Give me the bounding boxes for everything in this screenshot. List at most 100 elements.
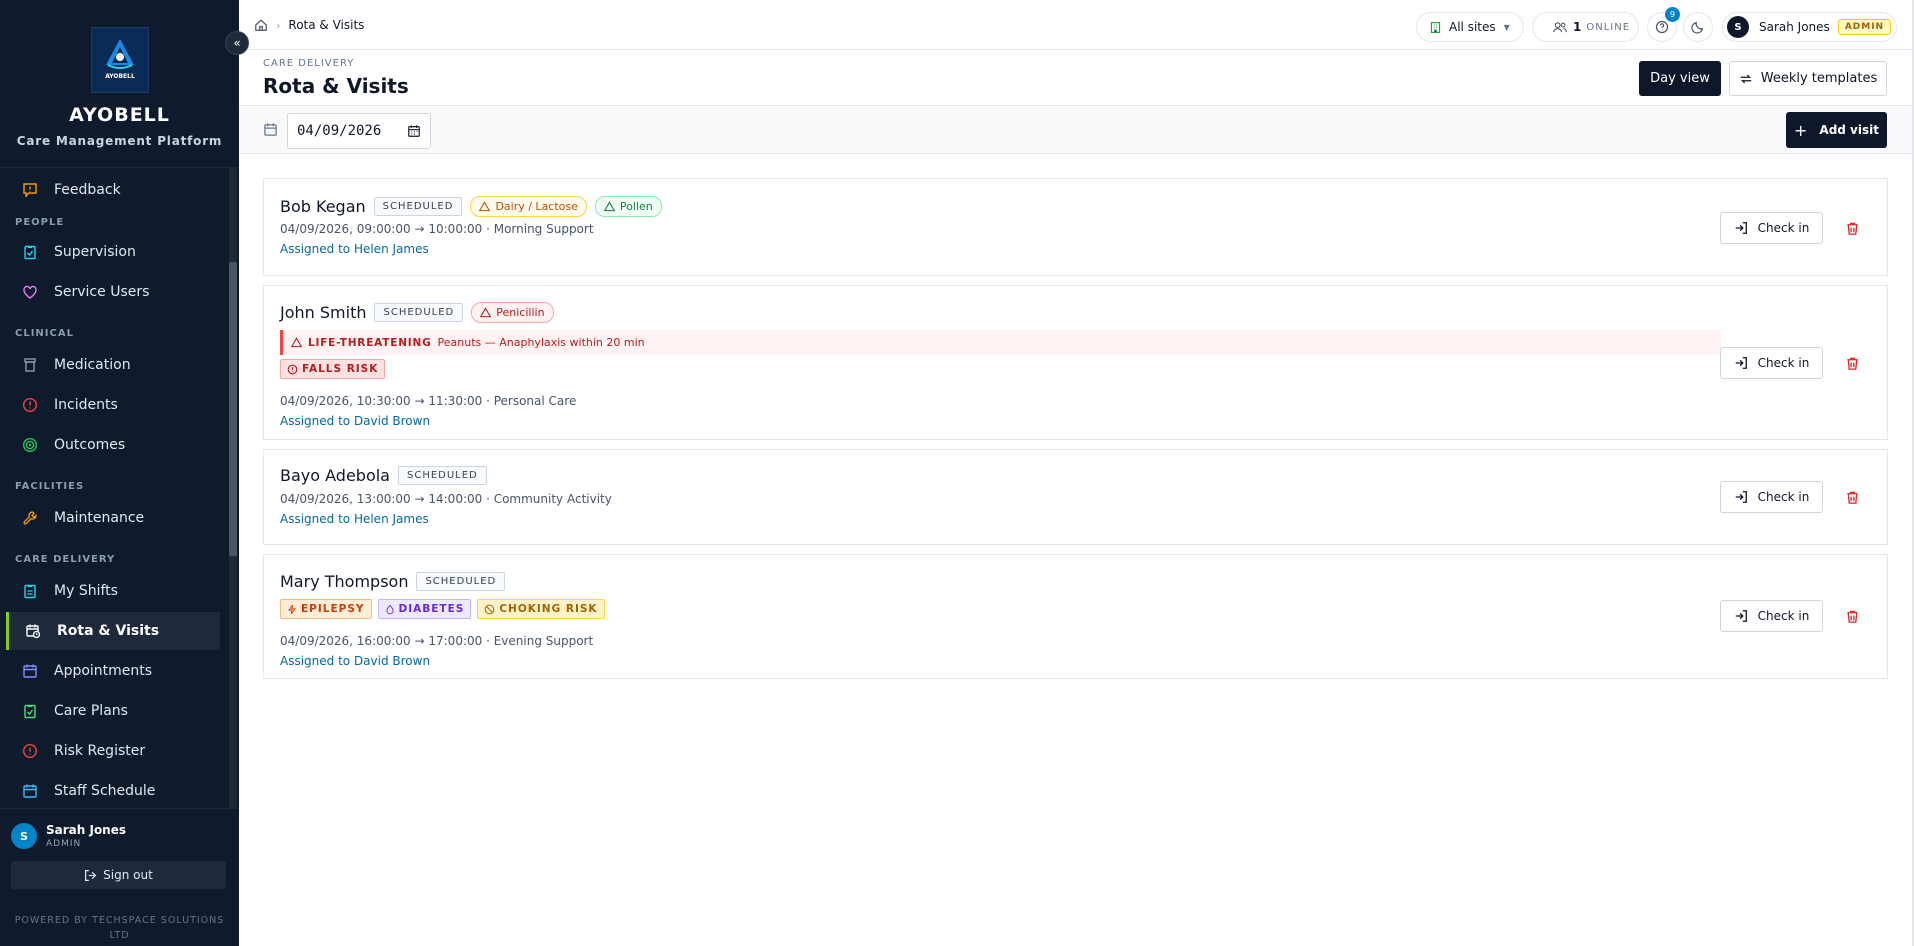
sidebar-item-feedback[interactable]: Feedback — [6, 171, 220, 209]
alert-circle-icon — [20, 395, 40, 415]
sidebar-item-staff-schedule[interactable]: Staff Schedule — [6, 772, 220, 808]
sidebar-item-maintenance[interactable]: Maintenance — [6, 499, 220, 537]
check-in-button[interactable]: Check in — [1720, 347, 1823, 379]
visit-assignee[interactable]: Assigned to Helen James — [280, 242, 429, 256]
droplet-icon — [385, 604, 395, 615]
visit-header-row: Mary Thompson SCHEDULED — [280, 572, 506, 591]
trash-icon — [1845, 221, 1860, 236]
visit-assignee[interactable]: Assigned to David Brown — [280, 414, 430, 428]
topbar-user-name: Sarah Jones — [1759, 20, 1830, 34]
delete-visit-button[interactable] — [1842, 487, 1862, 507]
sidebar-item-label: Care Plans — [54, 703, 128, 719]
check-in-button[interactable]: Check in — [1720, 481, 1823, 513]
date-input[interactable]: 04/09/2026 — [287, 113, 431, 149]
sidebar: AYOBELL AYOBELL Care Management Platform… — [0, 0, 249, 946]
plus-icon: + — [1794, 120, 1808, 140]
allergy-label: Dairy / Lactose — [495, 200, 578, 213]
chevrons-left-icon: « — [233, 36, 241, 50]
allergy-label: Pollen — [619, 200, 653, 213]
sidebar-item-label: Supervision — [54, 244, 136, 260]
sidebar-item-label: Medication — [54, 357, 131, 373]
pill-bottle-icon — [20, 355, 40, 375]
visit-client-name[interactable]: John Smith — [280, 303, 366, 322]
day-view-button[interactable]: Day view — [1639, 61, 1721, 96]
sidebar-item-label: Outcomes — [54, 437, 126, 453]
check-in-button[interactable]: Check in — [1720, 600, 1823, 632]
condition-tag: CHOKING RISK — [477, 599, 605, 619]
visit-client-name[interactable]: Bayo Adebola — [280, 466, 390, 485]
check-in-label: Check in — [1757, 490, 1810, 504]
brand-logo: AYOBELL — [91, 27, 149, 93]
sidebar-item-label: Risk Register — [54, 743, 146, 759]
sidebar-scrollbar-thumb[interactable] — [229, 262, 237, 556]
delete-visit-button[interactable] — [1842, 218, 1862, 238]
trash-icon — [1845, 490, 1860, 505]
powered-by-text: POWERED BY TECHSPACE SOLUTIONS LTD — [14, 915, 225, 941]
visit-client-name[interactable]: Bob Kegan — [280, 197, 366, 216]
weekly-templates-button[interactable]: Weekly templates — [1729, 61, 1887, 96]
nav-section-facilities: FACILITIES — [15, 481, 85, 492]
sidebar-user-name: Sarah Jones — [46, 823, 127, 837]
check-in-label: Check in — [1757, 609, 1810, 623]
alert-circle-icon — [20, 741, 40, 761]
sidebar-item-label: My Shifts — [54, 583, 118, 599]
status-badge: SCHEDULED — [416, 572, 506, 591]
sidebar-item-service-users[interactable]: Service Users — [6, 273, 220, 311]
brand-tagline: Care Management Platform — [16, 134, 223, 148]
sidebar-item-rota-visits[interactable]: Rota & Visits — [6, 612, 220, 650]
condition-tag-label: EPILEPSY — [301, 603, 365, 615]
collapse-sidebar-button[interactable]: « — [225, 31, 249, 55]
date-picker-icon[interactable] — [407, 124, 421, 138]
notifications-button[interactable]: 9 — [1647, 7, 1680, 42]
sidebar-item-my-shifts[interactable]: My Shifts — [6, 572, 220, 610]
risk-tag-label: FALLS RISK — [302, 363, 379, 375]
sidebar-item-label: Feedback — [54, 182, 121, 198]
help-circle-icon — [1655, 20, 1669, 34]
breadcrumb-current: Rota & Visits — [288, 18, 365, 32]
delete-visit-button[interactable] — [1842, 353, 1862, 373]
sidebar-item-label: Staff Schedule — [54, 783, 156, 799]
sidebar-item-appointments[interactable]: Appointments — [6, 652, 220, 690]
visit-client-name[interactable]: Mary Thompson — [280, 572, 408, 591]
visit-assignee[interactable]: Assigned to David Brown — [280, 654, 430, 668]
clipboard-check-icon — [20, 242, 40, 262]
breadcrumb: › Rota & Visits — [254, 18, 364, 32]
chevron-right-icon: › — [276, 18, 281, 32]
wrench-icon — [20, 508, 40, 528]
log-in-icon — [1734, 221, 1748, 235]
calendar-icon — [20, 661, 40, 681]
users-icon — [1553, 21, 1567, 34]
alert-level: LIFE-THREATENING — [308, 336, 432, 349]
check-in-label: Check in — [1757, 356, 1810, 370]
condition-tag: EPILEPSY — [280, 599, 372, 619]
heart-handshake-icon — [20, 282, 40, 302]
site-selector[interactable]: All sites ▼ — [1416, 12, 1524, 42]
clipboard-check-icon — [20, 701, 40, 721]
sign-out-button[interactable]: Sign out — [11, 861, 226, 889]
sidebar-item-incidents[interactable]: Incidents — [6, 386, 220, 424]
warning-triangle-icon — [479, 201, 491, 212]
warning-triangle-icon — [291, 337, 302, 348]
sidebar-item-label: Service Users — [54, 284, 150, 300]
sidebar-item-supervision[interactable]: Supervision — [6, 233, 220, 271]
theme-toggle-button[interactable] — [1683, 12, 1713, 42]
date-toolbar: 04/09/2026 + Add visit — [239, 106, 1914, 154]
log-in-icon — [1734, 609, 1748, 623]
condition-tag-label: DIABETES — [398, 603, 465, 615]
sidebar-item-risk-register[interactable]: Risk Register — [6, 732, 220, 770]
sidebar-item-care-plans[interactable]: Care Plans — [6, 692, 220, 730]
check-in-button[interactable]: Check in — [1720, 212, 1823, 244]
sidebar-item-outcomes[interactable]: Outcomes — [6, 426, 220, 464]
repeat-icon — [1739, 72, 1753, 86]
life-threatening-alert: LIFE-THREATENING Peanuts — Anaphylaxis w… — [280, 330, 1721, 355]
home-icon[interactable] — [254, 18, 268, 32]
add-visit-button[interactable]: + Add visit — [1786, 112, 1887, 148]
delete-visit-button[interactable] — [1842, 606, 1862, 626]
online-users-indicator[interactable]: 1 ONLINE — [1532, 12, 1639, 42]
user-menu[interactable]: S Sarah Jones ADMIN — [1722, 12, 1897, 42]
alert-circle-icon — [287, 364, 298, 375]
sidebar-item-medication[interactable]: Medication — [6, 346, 220, 384]
page-header: CARE DELIVERY Rota & Visits Day view Wee… — [239, 50, 1914, 106]
visit-assignee[interactable]: Assigned to Helen James — [280, 512, 429, 526]
chevron-down-icon: ▼ — [1503, 22, 1510, 32]
